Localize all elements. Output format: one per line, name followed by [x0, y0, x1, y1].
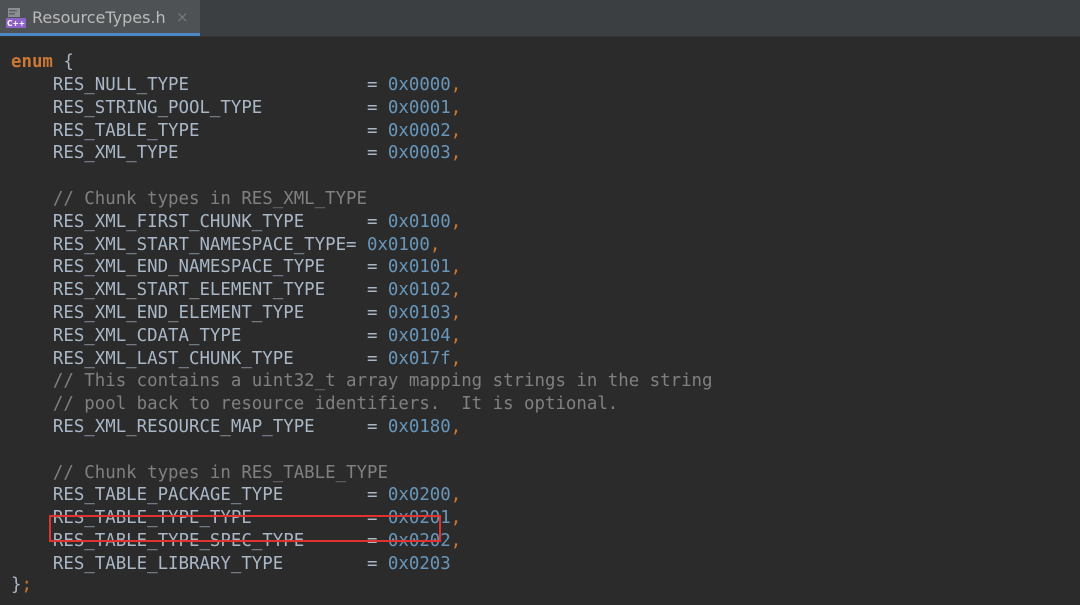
- enum-constant-value: 0x017f: [387, 348, 451, 369]
- code-line-enum-entry: RES_XML_START_ELEMENT_TYPE = 0x0102,: [11, 279, 461, 302]
- code-line-comment: // Chunk types in RES_XML_TYPE: [11, 188, 367, 211]
- code-line-enum-entry: RES_TABLE_TYPE_TYPE = 0x0201,: [11, 507, 461, 530]
- code-comment: // pool back to resource identifiers. It…: [11, 394, 619, 415]
- comma: ,: [450, 280, 462, 301]
- editor-tab-bar: C++ ResourceTypes.h ×: [0, 0, 1080, 37]
- enum-constant-name: RES_NULL_TYPE =: [11, 75, 388, 95]
- code-line-enum-entry: RES_XML_RESOURCE_MAP_TYPE = 0x0180,: [11, 416, 461, 439]
- comma: ,: [450, 120, 462, 141]
- enum-constant-name: RES_XML_FIRST_CHUNK_TYPE =: [11, 211, 388, 232]
- enum-constant-name: RES_XML_START_ELEMENT_TYPE =: [11, 280, 388, 301]
- tab-resourcetypes-h[interactable]: C++ ResourceTypes.h ×: [0, 0, 200, 36]
- enum-constant-value: 0x0003: [387, 143, 451, 164]
- code-line-enum-close: };: [11, 574, 32, 597]
- code-line-comment: // Chunk types in RES_TABLE_TYPE: [11, 462, 388, 485]
- enum-constant-value: 0x0100: [366, 234, 430, 255]
- code-line-enum-entry: RES_XML_FIRST_CHUNK_TYPE = 0x0100,: [11, 211, 461, 234]
- comma: ,: [450, 211, 462, 232]
- enum-constant-name: RES_STRING_POOL_TYPE =: [11, 97, 388, 118]
- code-editor[interactable]: enum { RES_NULL_TYPE = 0x0000, RES_STRIN…: [0, 37, 1080, 605]
- close-tab-icon[interactable]: ×: [176, 8, 189, 26]
- comma: ,: [450, 97, 462, 118]
- comma: ,: [450, 257, 462, 278]
- comma: ,: [450, 75, 462, 95]
- code-line-enum-entry: RES_XML_END_NAMESPACE_TYPE = 0x0101,: [11, 256, 461, 279]
- enum-constant-name: RES_TABLE_TYPE_SPEC_TYPE =: [11, 531, 388, 551]
- code-line-enum-entry: RES_TABLE_TYPE_SPEC_TYPE = 0x0202,: [11, 530, 461, 553]
- comma: ,: [450, 531, 462, 551]
- enum-constant-value: 0x0101: [387, 257, 451, 278]
- close-semicolon: ;: [21, 575, 32, 595]
- enum-constant-name: RES_TABLE_LIBRARY_TYPE =: [11, 553, 388, 574]
- enum-constant-name: RES_XML_END_NAMESPACE_TYPE =: [11, 257, 388, 278]
- code-line-comment: // This contains a uint32_t array mappin…: [11, 370, 713, 393]
- code-comment: // Chunk types in RES_TABLE_TYPE: [11, 462, 388, 483]
- enum-constant-name: RES_XML_TYPE =: [11, 143, 388, 164]
- ide-window: C++ ResourceTypes.h × enum { RES_NULL_TY…: [0, 0, 1080, 605]
- enum-constant-name: RES_XML_END_ELEMENT_TYPE =: [11, 303, 388, 323]
- enum-constant-name: RES_TABLE_TYPE_TYPE =: [11, 508, 388, 529]
- enum-constant-name: RES_XML_RESOURCE_MAP_TYPE =: [11, 417, 388, 437]
- code-line-comment: // pool back to resource identifiers. It…: [11, 393, 618, 416]
- code-line-enum-entry: RES_XML_CDATA_TYPE = 0x0104,: [11, 325, 461, 348]
- enum-constant-name: RES_XML_START_NAMESPACE_TYPE=: [11, 234, 367, 255]
- comma: ,: [450, 303, 462, 323]
- comma: ,: [450, 417, 462, 437]
- code-line-enum-entry: RES_STRING_POOL_TYPE = 0x0001,: [11, 97, 461, 120]
- enum-constant-name: RES_TABLE_PACKAGE_TYPE =: [11, 485, 388, 506]
- enum-constant-value: 0x0203: [387, 553, 451, 574]
- enum-constant-value: 0x0103: [387, 303, 451, 323]
- enum-constant-value: 0x0180: [387, 417, 451, 437]
- enum-constant-name: RES_XML_LAST_CHUNK_TYPE =: [11, 348, 388, 369]
- cpp-icon-label: C++: [7, 19, 25, 28]
- enum-constant-value: 0x0202: [387, 531, 451, 551]
- tab-title: ResourceTypes.h: [32, 8, 166, 27]
- code-line-enum-open: enum {: [11, 51, 74, 74]
- enum-constant-value: 0x0002: [387, 120, 451, 141]
- code-comment: // Chunk types in RES_XML_TYPE: [11, 189, 367, 209]
- cpp-header-file-icon: C++: [6, 8, 26, 28]
- code-line-enum-entry: RES_XML_TYPE = 0x0003,: [11, 142, 461, 165]
- comma: ,: [450, 348, 462, 369]
- comma: ,: [450, 143, 462, 164]
- enum-constant-value: 0x0200: [387, 485, 451, 506]
- code-line-enum-entry: RES_XML_START_NAMESPACE_TYPE= 0x0100,: [11, 234, 440, 257]
- enum-constant-name: RES_TABLE_TYPE =: [11, 120, 388, 141]
- comma: ,: [429, 234, 441, 255]
- enum-constant-value: 0x0100: [387, 211, 451, 232]
- close-brace: }: [11, 575, 22, 595]
- enum-constant-value: 0x0000: [387, 75, 451, 95]
- comma: ,: [450, 485, 462, 506]
- code-line-enum-entry: RES_TABLE_TYPE = 0x0002,: [11, 120, 461, 143]
- enum-keyword: enum: [11, 52, 53, 72]
- code-line-enum-entry: RES_NULL_TYPE = 0x0000,: [11, 74, 461, 97]
- code-comment: // This contains a uint32_t array mappin…: [11, 371, 713, 392]
- code-line-enum-entry: RES_TABLE_LIBRARY_TYPE = 0x0203: [11, 553, 451, 576]
- open-brace: {: [52, 52, 74, 72]
- enum-constant-value: 0x0104: [387, 325, 451, 346]
- enum-constant-name: RES_XML_CDATA_TYPE =: [11, 325, 388, 346]
- enum-constant-value: 0x0102: [387, 280, 451, 301]
- comma: ,: [450, 325, 462, 346]
- code-line-enum-entry: RES_TABLE_PACKAGE_TYPE = 0x0200,: [11, 484, 461, 507]
- code-line-enum-entry: RES_XML_LAST_CHUNK_TYPE = 0x017f,: [11, 348, 461, 371]
- comma: ,: [450, 508, 462, 529]
- code-line-enum-entry: RES_XML_END_ELEMENT_TYPE = 0x0103,: [11, 302, 461, 325]
- enum-constant-value: 0x0001: [387, 97, 451, 118]
- enum-constant-value: 0x0201: [387, 508, 451, 529]
